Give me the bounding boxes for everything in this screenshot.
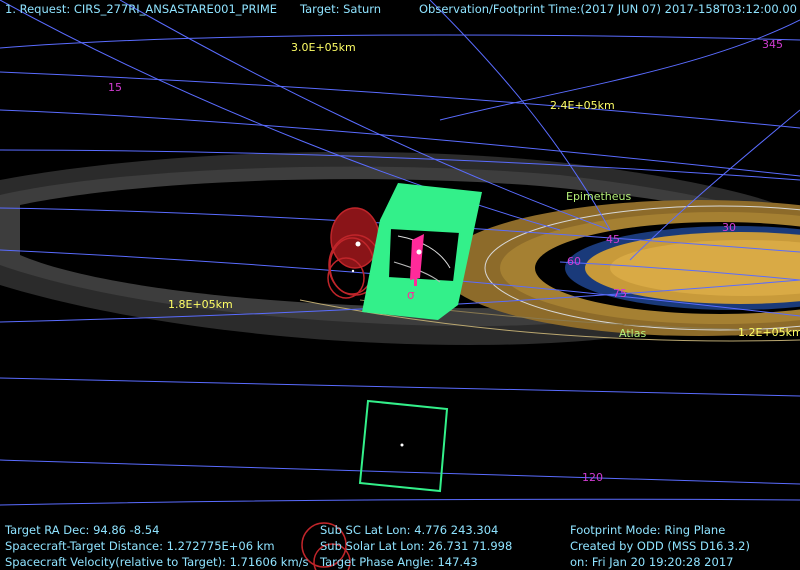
- target-label: Target: Saturn: [300, 2, 382, 16]
- radius-label: 1.2E+05km: [738, 326, 800, 339]
- radius-label: 1.8E+05km: [168, 298, 233, 311]
- longitude-label: 30: [722, 221, 736, 234]
- footprint-mode: Footprint Mode: Ring Plane: [570, 523, 726, 537]
- observation-time: Observation/Footprint Time:(2017 JUN 07)…: [419, 2, 797, 16]
- spacecraft-velocity: Spacecraft Velocity(relative to Target):…: [5, 555, 309, 569]
- request-label: 1. Request: CIRS_277RI_ANSASTARE001_PRIM…: [5, 2, 278, 16]
- longitude-label: 45: [606, 233, 620, 246]
- created-by: Created by ODD (MSS D16.3.2): [570, 539, 750, 553]
- longitude-label: 75: [613, 287, 627, 300]
- creation-date: on: Fri Jan 20 19:20:28 2017: [570, 555, 734, 569]
- sub-sc-lat-lon: Sub SC Lat Lon: 4.776 243.304: [320, 523, 499, 537]
- target-ra-dec: Target RA Dec: 94.86 -8.54: [5, 523, 160, 537]
- radius-label: 2.4E+05km: [550, 99, 615, 112]
- longitude-label: 15: [108, 81, 122, 94]
- footprint-marker: σ: [407, 288, 415, 302]
- spacecraft-distance: Spacecraft-Target Distance: 1.272775E+06…: [5, 539, 275, 553]
- sub-solar-lat-lon: Sub Solar Lat Lon: 26.731 71.998: [320, 539, 513, 553]
- longitude-label: 345: [762, 38, 783, 51]
- moon-label-epimetheus: Epimetheus: [566, 190, 632, 203]
- lower-footprint: [358, 399, 449, 493]
- moon-label-atlas: Atlas: [619, 327, 647, 340]
- longitude-label: 60: [567, 255, 581, 268]
- longitude-label: 120: [582, 471, 603, 484]
- radius-label: 3.0E+05km: [291, 41, 356, 54]
- target-phase-angle: Target Phase Angle: 147.43: [320, 555, 478, 569]
